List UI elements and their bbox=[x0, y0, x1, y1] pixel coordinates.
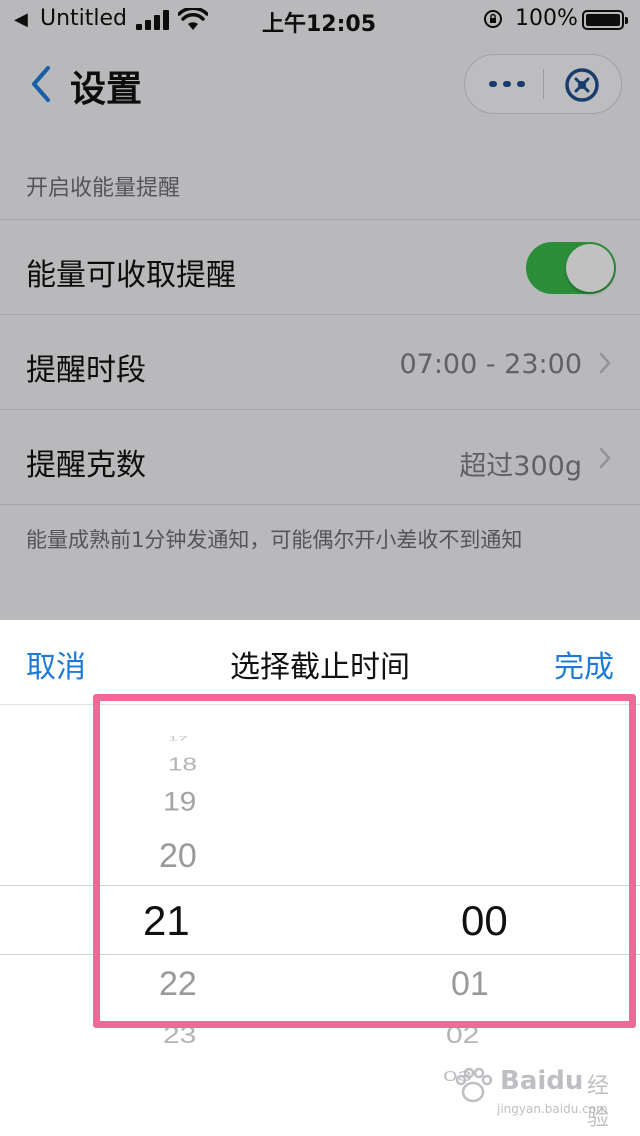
watermark-label: 经验 bbox=[587, 1074, 610, 1131]
settings-screen: ◀ Untitled 上午12:05 100% 设置 开启收能量提醒 能量可收取… bbox=[0, 0, 640, 620]
done-button[interactable]: 完成 bbox=[554, 642, 614, 686]
picker-toolbar: 选择截止时间 取消 完成 bbox=[0, 620, 640, 705]
annotation-highlight-box bbox=[93, 694, 636, 1028]
picker-title: 选择截止时间 bbox=[230, 650, 410, 685]
modal-dim-overlay[interactable] bbox=[0, 0, 640, 620]
paw-logo-icon bbox=[455, 1067, 493, 1103]
watermark: Baidu 经验 jingyan.baidu.com bbox=[445, 1058, 625, 1131]
watermark-brand: Baidu bbox=[500, 1066, 584, 1096]
watermark-url: jingyan.baidu.com bbox=[497, 1102, 608, 1116]
cancel-button[interactable]: 取消 bbox=[26, 642, 86, 686]
